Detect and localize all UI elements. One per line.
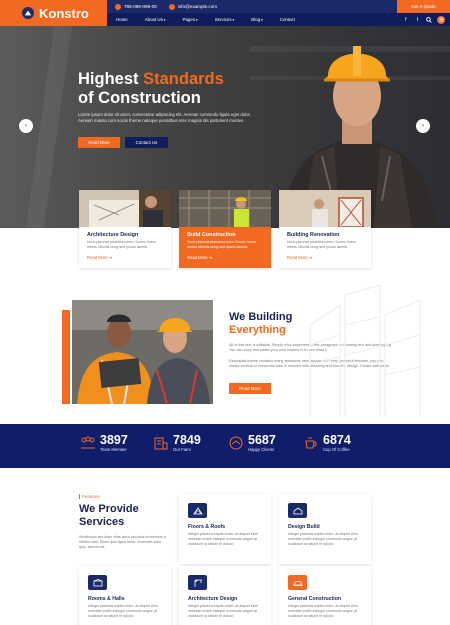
feature-desc: Integer placerat sapien enim, at aliquet… (288, 532, 358, 546)
nav-services[interactable]: Services (215, 17, 235, 22)
service-card-build[interactable]: Build Construction Nunc placerat pharetr… (179, 190, 271, 268)
nav-blog[interactable]: Blog (251, 17, 263, 22)
hero-prev-arrow-icon[interactable]: ‹ (19, 119, 33, 133)
arrow-right-icon: ➜ (108, 255, 113, 260)
features-title-line2: Services (79, 516, 125, 528)
service-title: Architecture Design (87, 232, 139, 238)
topbar-email[interactable]: info@example.com (178, 4, 217, 9)
about-title-line1: We Building (229, 311, 293, 323)
email-icon (168, 3, 175, 10)
service-image-renovation (279, 190, 371, 227)
service-title: Build Construction (187, 232, 236, 238)
nav-home[interactable]: Home (116, 17, 128, 22)
brand-logo[interactable]: Konstro (0, 0, 107, 26)
page: Konstro 786-098-098-09 info@example.com … (0, 0, 450, 625)
crane-icon (188, 575, 207, 590)
arrow-right-icon: ➜ (308, 255, 313, 260)
hero-title-line1: Highest (78, 70, 139, 88)
feature-desc: Integer placerat sapien enim, at aliquet… (88, 604, 158, 618)
service-image-build (179, 190, 271, 227)
feature-title: Floors & Roofs (188, 524, 226, 530)
building-icon (154, 437, 168, 450)
stat-item: 3897 Team Member (80, 434, 128, 452)
nav-contact[interactable]: Contact (280, 17, 295, 22)
header-icons: f t (397, 13, 450, 26)
feature-desc: Integer placerat sapien enim, at aliquet… (188, 532, 258, 546)
feature-card-rooms[interactable]: Rooms & Halls Integer placerat sapien en… (79, 566, 171, 625)
stat-label: Happy Clients (248, 447, 275, 452)
service-read-more-link[interactable]: Read More ➜ (187, 255, 212, 260)
phone-icon (115, 3, 121, 10)
stat-label: Team Member (100, 447, 127, 452)
stats-section: 3897 Team Member 7849 Our Farm 5687 Happy C… (0, 424, 450, 468)
topbar: 786-098-098-09 info@example.com (107, 0, 397, 13)
facebook-icon[interactable]: f (402, 16, 410, 24)
stat-value: 3897 (100, 433, 128, 447)
about-read-more-button[interactable]: Read More (229, 383, 271, 394)
service-desc: Nunc placerat pharetra lorem. Donec lore… (287, 240, 356, 249)
house-icon (288, 503, 307, 518)
hero-title: Highest Standards of Construction (78, 70, 224, 108)
hero-title-accent: Standards (143, 70, 224, 88)
floor-icon (188, 503, 207, 518)
arrow-right-icon: ➜ (208, 255, 213, 260)
about-workers-image (72, 300, 213, 404)
service-title: Building Renovation (287, 232, 340, 238)
feature-title: Architecture Design (188, 596, 238, 602)
features-tag: Features (79, 494, 100, 499)
service-read-more-link[interactable]: Read More ➜ (87, 255, 112, 260)
stat-value: 5687 (248, 433, 276, 447)
service-read-more-link[interactable]: Read More ➜ (287, 255, 312, 260)
helmet-icon (288, 575, 307, 590)
feature-card-design-build[interactable]: Design Build Integer placerat sapien eni… (279, 494, 371, 564)
features-title-line1: We Provide (79, 503, 139, 515)
hero-title-line2: of Construction (78, 89, 201, 107)
features-description: Vestibulum sed diam vitae lacus faucibus… (79, 535, 166, 550)
service-card-architecture[interactable]: Architecture Design Nunc placerat pharet… (79, 190, 171, 268)
hero-description: Lorem ipsum dolor sit amet, consectetur … (78, 112, 251, 124)
stat-label: Cup Of Coffee (323, 447, 350, 452)
team-icon (81, 436, 95, 449)
brand-name: Konstro (39, 5, 89, 21)
feature-card-floors[interactable]: Floors & Roofs Integer placerat sapien e… (179, 494, 271, 564)
menu-icon[interactable] (437, 15, 446, 24)
main-nav: Home About Us Pages Services Blog Contac… (107, 13, 397, 26)
get-quote-button[interactable]: Get A Quote (397, 0, 450, 13)
twitter-icon[interactable]: t (414, 16, 422, 24)
feature-title: General Construction (288, 596, 342, 602)
nav-pages[interactable]: Pages (183, 17, 198, 22)
feature-desc: Integer placerat sapien enim, at aliquet… (288, 604, 358, 618)
stat-value: 6874 (323, 433, 351, 447)
about-title: We Building Everything (229, 311, 292, 337)
hero-read-more-button[interactable]: Read More (78, 137, 120, 148)
stat-item: 5687 Happy Clients (228, 434, 276, 452)
about-blueprint-decoration (309, 285, 421, 415)
about-accent-bar (62, 310, 70, 404)
stat-item: 7849 Our Farm (153, 434, 201, 452)
feature-card-general[interactable]: General Construction Integer placerat sa… (279, 566, 371, 625)
search-icon[interactable] (425, 16, 433, 24)
coffee-icon (305, 437, 317, 449)
service-desc: Nunc placerat pharetra lorem. Donec lore… (187, 240, 256, 249)
stat-label: Our Farm (173, 447, 191, 452)
hero-contact-button[interactable]: Contact Us (125, 137, 168, 148)
hero-next-arrow-icon[interactable]: › (416, 119, 430, 133)
features-title: We Provide Services (79, 503, 139, 529)
service-card-renovation[interactable]: Building Renovation Nunc placerat pharet… (279, 190, 371, 268)
stat-item: 6874 Cup Of Coffee (303, 434, 351, 452)
service-desc: Nunc placerat pharetra lorem. Donec lore… (87, 240, 156, 249)
about-title-accent: Everything (229, 324, 286, 336)
nav-about[interactable]: About Us (145, 17, 166, 22)
logo-icon (22, 7, 34, 19)
feature-title: Rooms & Halls (88, 596, 125, 602)
feature-title: Design Build (288, 524, 320, 530)
service-image-architecture (79, 190, 171, 227)
handshake-icon (229, 436, 243, 450)
topbar-phone[interactable]: 786-098-098-09 (124, 4, 157, 9)
feature-card-architecture[interactable]: Architecture Design Integer placerat sap… (179, 566, 271, 625)
room-icon (88, 575, 107, 590)
feature-desc: Integer placerat sapien enim, at aliquet… (188, 604, 258, 618)
stat-value: 7849 (173, 433, 201, 447)
